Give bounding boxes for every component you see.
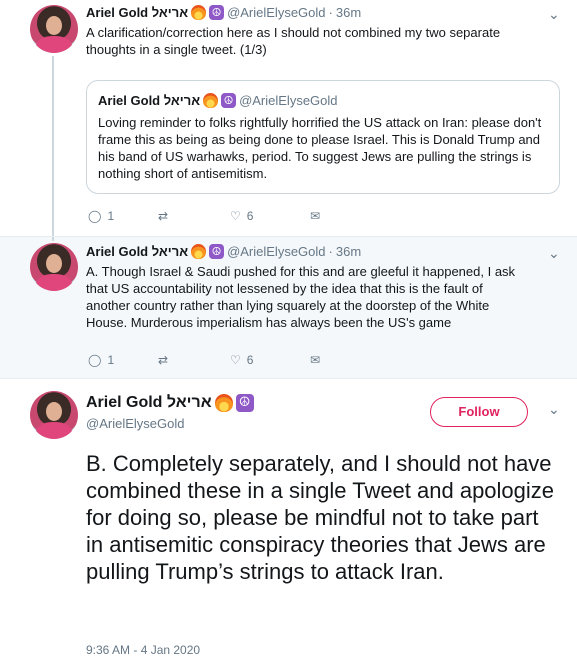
fire-emoji-icon bbox=[191, 5, 207, 20]
tweet-age[interactable]: 36m bbox=[336, 5, 361, 20]
tweet-1[interactable]: Ariel Gold אריאל ☮ @ArielElyseGold · 36m… bbox=[0, 0, 577, 236]
author-name[interactable]: Ariel Gold אריאל bbox=[86, 394, 212, 412]
heart-icon: ♡ bbox=[230, 353, 241, 367]
quoted-tweet-header: Ariel Gold אריאל ☮ @ArielElyseGold bbox=[98, 93, 338, 108]
avatar[interactable] bbox=[30, 391, 78, 439]
avatar[interactable] bbox=[30, 5, 78, 53]
avatar[interactable] bbox=[30, 243, 78, 291]
reply-icon: ◯ bbox=[88, 353, 102, 367]
peace-symbol-icon: ☮ bbox=[209, 5, 225, 20]
quoted-author-handle: @ArielElyseGold bbox=[239, 93, 338, 108]
direct-message-button[interactable]: ✉ bbox=[310, 353, 320, 367]
like-button[interactable]: ♡ 6 bbox=[230, 209, 310, 223]
like-count: 6 bbox=[246, 353, 254, 367]
fire-emoji-icon bbox=[203, 93, 219, 108]
author-name[interactable]: Ariel Gold אריאל bbox=[86, 5, 188, 20]
retweet-icon: ⇄ bbox=[158, 209, 169, 223]
reply-icon: ◯ bbox=[88, 209, 102, 223]
like-button[interactable]: ♡ 6 bbox=[230, 353, 310, 367]
like-count: 6 bbox=[246, 209, 254, 223]
reply-button[interactable]: ◯ 1 bbox=[88, 353, 158, 367]
tweet-timestamp[interactable]: 9:36 AM - 4 Jan 2020 bbox=[86, 643, 200, 657]
tweet-2[interactable]: Ariel Gold אריאל ☮ @ArielElyseGold · 36m… bbox=[0, 236, 577, 378]
main-tweet-text: B. Completely separately, and I should n… bbox=[86, 451, 555, 584]
direct-message-icon: ✉ bbox=[310, 353, 321, 367]
peace-symbol-icon: ☮ bbox=[235, 394, 254, 412]
main-tweet-header: Ariel Gold אריאל ☮ bbox=[86, 394, 254, 412]
tweet-age[interactable]: 36m bbox=[336, 244, 361, 259]
chevron-down-icon[interactable]: ⌄ bbox=[548, 6, 560, 23]
author-handle[interactable]: @ArielElyseGold bbox=[227, 5, 325, 20]
separator: · bbox=[328, 5, 333, 20]
chevron-down-icon[interactable]: ⌄ bbox=[548, 401, 560, 418]
author-handle[interactable]: @ArielElyseGold bbox=[86, 416, 184, 431]
tweet-header: Ariel Gold אריאל ☮ @ArielElyseGold · 36m bbox=[86, 244, 361, 259]
quoted-author-name: Ariel Gold אריאל bbox=[98, 93, 201, 108]
retweet-button[interactable]: ⇄ bbox=[158, 209, 230, 223]
retweet-button[interactable]: ⇄ bbox=[158, 353, 230, 367]
peace-symbol-icon: ☮ bbox=[209, 244, 225, 259]
author-handle[interactable]: @ArielElyseGold bbox=[227, 244, 325, 259]
direct-message-icon: ✉ bbox=[310, 209, 321, 223]
chevron-down-icon[interactable]: ⌄ bbox=[548, 245, 560, 262]
fire-emoji-icon bbox=[191, 244, 207, 259]
thread-line bbox=[52, 237, 54, 241]
tweet-text: A clarification/correction here as I sho… bbox=[86, 25, 501, 57]
tweet-actions: ◯ 1 ⇄ ♡ 6 ✉ bbox=[88, 353, 320, 367]
author-name[interactable]: Ariel Gold אריאל bbox=[86, 244, 188, 259]
reply-count: 1 bbox=[107, 353, 115, 367]
heart-icon: ♡ bbox=[230, 209, 241, 223]
fire-emoji-icon bbox=[214, 394, 233, 412]
direct-message-button[interactable]: ✉ bbox=[310, 209, 320, 223]
tweet-actions: ◯ 1 ⇄ ♡ 6 ✉ bbox=[88, 209, 320, 223]
follow-button[interactable]: Follow bbox=[430, 397, 528, 427]
reply-button[interactable]: ◯ 1 bbox=[88, 209, 158, 223]
tweet-header: Ariel Gold אריאל ☮ @ArielElyseGold · 36m bbox=[86, 5, 361, 20]
peace-symbol-icon: ☮ bbox=[221, 93, 237, 108]
quoted-tweet[interactable]: Ariel Gold אריאל ☮ @ArielElyseGold Lovin… bbox=[86, 80, 560, 194]
retweet-icon: ⇄ bbox=[158, 353, 169, 367]
quoted-tweet-text: Loving reminder to folks rightfully horr… bbox=[98, 115, 542, 181]
tweet-text: A. Though Israel & Saudi pushed for this… bbox=[86, 264, 516, 330]
thread-line bbox=[52, 56, 54, 236]
separator: · bbox=[328, 244, 333, 259]
reply-count: 1 bbox=[107, 209, 115, 223]
